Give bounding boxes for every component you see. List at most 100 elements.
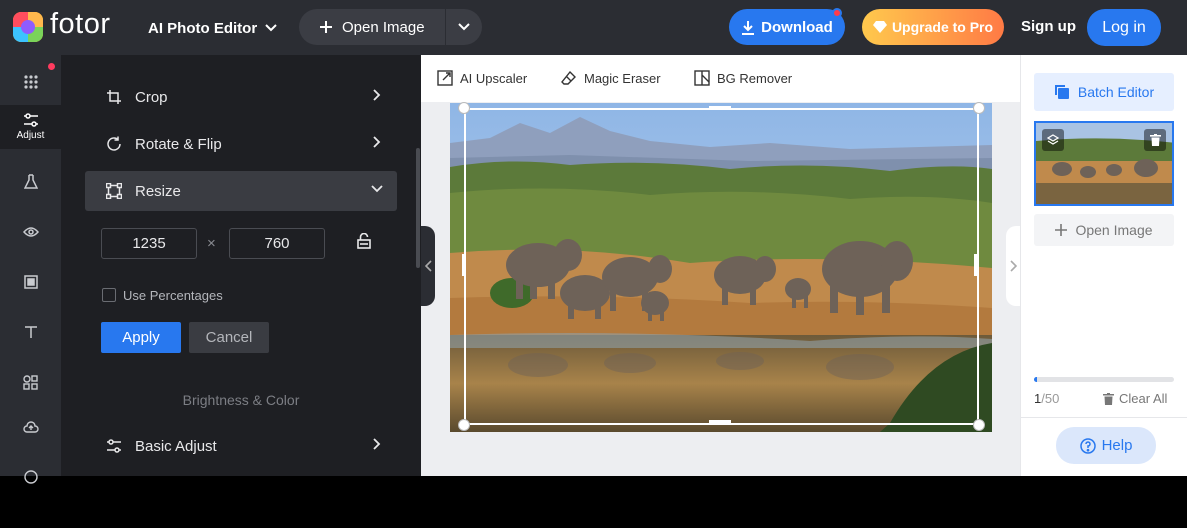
image-count-total: /50 <box>1041 391 1060 406</box>
bg-remover-tool[interactable]: BG Remover <box>694 70 792 86</box>
add-image-button[interactable]: Open Image <box>1034 214 1174 246</box>
add-image-label: Open Image <box>1075 222 1153 238</box>
open-image-button[interactable]: Open Image <box>299 9 446 45</box>
grid-icon <box>23 75 38 89</box>
panel-scrollbar[interactable] <box>416 148 420 268</box>
batch-panel: Batch Editor Open Image 1/50 Clear All H… <box>1020 55 1187 476</box>
rotate-flip-label: Rotate & Flip <box>135 135 222 153</box>
chevron-right-icon <box>1009 260 1017 272</box>
batch-editor-button[interactable]: Batch Editor <box>1034 73 1174 111</box>
sliders-icon <box>107 439 121 453</box>
cloud-icon <box>22 421 39 433</box>
lock-icon[interactable] <box>357 233 371 249</box>
magic-eraser-tool[interactable]: Magic Eraser <box>561 70 661 86</box>
chevron-down-icon <box>458 23 470 31</box>
width-input[interactable] <box>101 228 197 259</box>
crop-handle-right[interactable] <box>974 254 978 276</box>
rail-item-more[interactable] <box>0 455 61 499</box>
crop-handle-top-right[interactable] <box>973 102 985 114</box>
help-button[interactable]: Help <box>1056 427 1156 464</box>
chevron-down-icon <box>265 24 277 32</box>
rail-item-effects[interactable] <box>0 160 61 204</box>
collapse-panel-handle[interactable] <box>421 226 435 306</box>
rail-item-elements[interactable] <box>0 360 61 404</box>
top-bar: fotor AI Photo Editor Open Image Downloa… <box>0 0 1187 55</box>
divider <box>1021 417 1187 418</box>
rail-notification-dot <box>48 63 55 70</box>
trash-icon[interactable] <box>1144 129 1166 151</box>
fotor-logo-icon[interactable] <box>13 12 43 42</box>
rail-item-beauty[interactable] <box>0 210 61 254</box>
eraser-icon <box>561 70 576 85</box>
diamond-icon <box>872 21 887 33</box>
layers-toggle-icon[interactable] <box>1042 129 1064 151</box>
text-icon <box>24 326 37 338</box>
chevron-right-icon <box>373 89 381 101</box>
tool-rail: Adjust <box>0 55 61 484</box>
rotate-icon <box>107 136 121 151</box>
chevron-down-icon <box>371 185 383 193</box>
eye-icon <box>22 227 39 237</box>
crop-row[interactable]: Crop <box>85 77 397 117</box>
rail-item-cloud[interactable] <box>0 405 61 449</box>
help-icon <box>1079 437 1096 454</box>
rail-item-frames[interactable] <box>0 260 61 304</box>
chevron-right-icon <box>373 136 381 148</box>
open-image-dropdown[interactable] <box>446 9 482 45</box>
download-label: Download <box>761 18 833 36</box>
clear-all-label: Clear All <box>1119 391 1168 406</box>
resize-icon <box>106 183 122 199</box>
basic-adjust-label: Basic Adjust <box>135 437 217 455</box>
product-menu-dropdown[interactable]: AI Photo Editor <box>148 18 277 38</box>
crop-handle-bottom-right[interactable] <box>973 419 985 431</box>
dimension-separator: × <box>207 235 216 252</box>
rail-item-text[interactable] <box>0 310 61 354</box>
elements-icon <box>23 374 38 390</box>
progress-fill <box>1034 377 1037 382</box>
upscale-icon <box>437 70 453 86</box>
ai-upscaler-label: AI Upscaler <box>460 70 528 86</box>
signup-link[interactable]: Sign up <box>1021 18 1076 35</box>
rail-item-templates[interactable] <box>0 60 61 104</box>
adjust-panel: Crop Rotate & Flip Resize × Use Percenta… <box>61 55 421 476</box>
frame-icon <box>23 275 38 289</box>
crop-handle-left[interactable] <box>462 254 466 276</box>
clear-all-button[interactable]: Clear All <box>1103 391 1167 406</box>
open-image-label: Open Image <box>342 18 425 36</box>
ai-tools-strip: AI Upscaler Magic Eraser BG Remover <box>421 55 1020 102</box>
brightness-color-heading: Brightness & Color <box>182 392 300 408</box>
product-menu-label: AI Photo Editor <box>148 19 258 37</box>
use-percentages-checkbox[interactable] <box>102 288 116 302</box>
crop-handle-top-left[interactable] <box>458 102 470 114</box>
flask-icon <box>23 174 38 189</box>
download-icon <box>742 20 755 35</box>
crop-handle-bottom-left[interactable] <box>458 419 470 431</box>
sliders-icon <box>23 113 38 127</box>
chevron-right-icon <box>373 438 381 450</box>
crop-handle-bottom[interactable] <box>709 420 731 424</box>
resize-row[interactable]: Resize <box>85 171 397 211</box>
logo-wordmark[interactable]: fotor <box>50 8 111 41</box>
cancel-button[interactable]: Cancel <box>189 322 269 353</box>
rotate-flip-row[interactable]: Rotate & Flip <box>85 124 397 164</box>
chevron-left-icon <box>424 260 432 272</box>
image-thumbnail[interactable] <box>1034 121 1174 206</box>
plus-icon <box>1055 224 1068 236</box>
crop-frame[interactable] <box>464 108 979 425</box>
apply-button[interactable]: Apply <box>101 322 181 353</box>
more-icon <box>23 470 38 484</box>
upgrade-label: Upgrade to Pro <box>891 19 994 35</box>
trash-icon <box>1103 392 1114 405</box>
basic-adjust-row[interactable]: Basic Adjust <box>85 426 397 466</box>
download-button[interactable]: Download <box>729 9 845 45</box>
magic-eraser-label: Magic Eraser <box>584 70 661 86</box>
ai-upscaler-tool[interactable]: AI Upscaler <box>437 70 527 86</box>
crop-handle-top[interactable] <box>709 106 731 110</box>
login-button[interactable]: Log in <box>1087 9 1161 46</box>
upgrade-button[interactable]: Upgrade to Pro <box>862 9 1004 45</box>
right-panel-handle[interactable] <box>1006 226 1020 306</box>
bg-remover-icon <box>694 70 710 86</box>
crop-label: Crop <box>135 88 168 106</box>
height-input[interactable] <box>229 228 325 259</box>
rail-item-adjust[interactable]: Adjust <box>0 105 61 149</box>
